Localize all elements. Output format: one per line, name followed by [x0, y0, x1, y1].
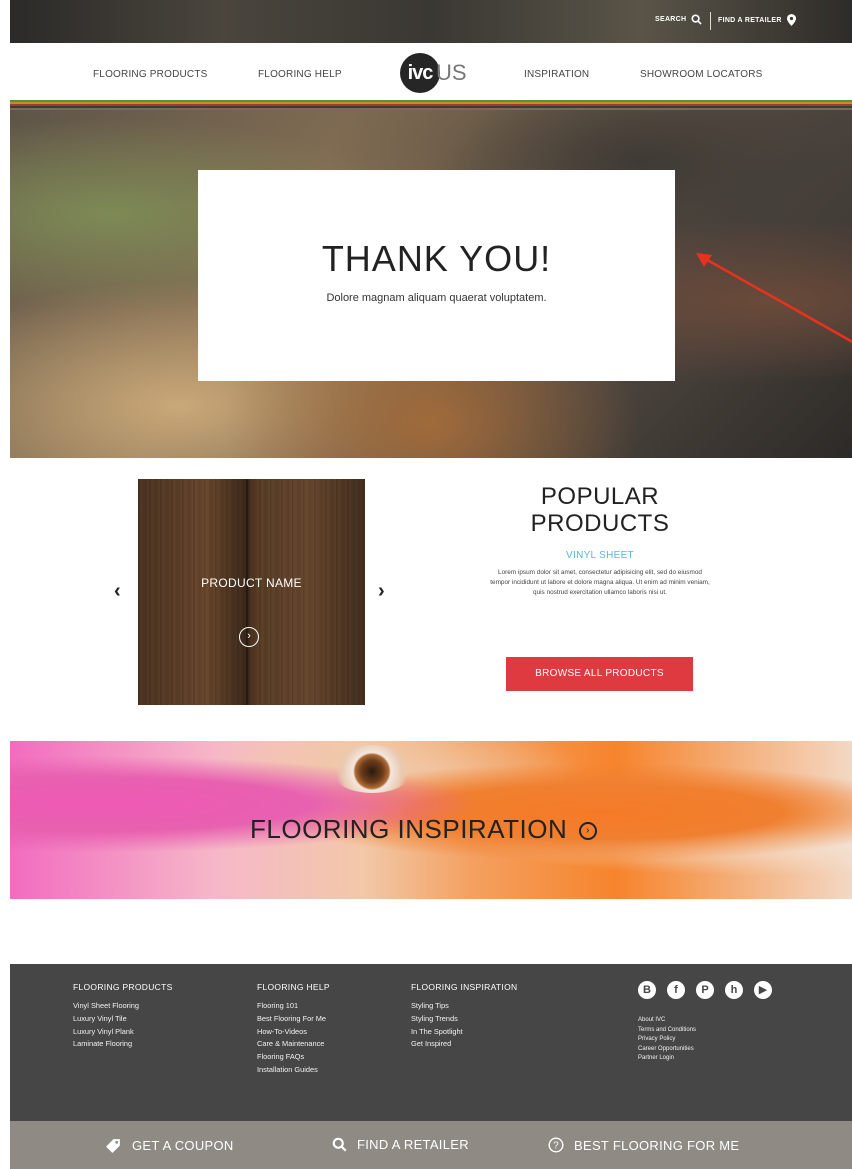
- footer-link[interactable]: Luxury Vinyl Tile: [73, 1013, 173, 1026]
- footer-link[interactable]: Vinyl Sheet Flooring: [73, 1000, 173, 1013]
- company-links: About IVC Terms and Conditions Privacy P…: [638, 1016, 696, 1064]
- thank-you-card: THANK YOU! Dolore magnam aliquam quaerat…: [198, 170, 675, 381]
- pinterest-icon[interactable]: P: [696, 981, 714, 999]
- footer-link[interactable]: Terms and Conditions: [638, 1026, 696, 1036]
- social-icons: B f P h ▶: [638, 981, 772, 999]
- nav-flooring-help[interactable]: FLOORING HELP: [258, 69, 342, 80]
- find-retailer-label: FIND A RETAILER: [718, 16, 782, 24]
- best-flooring-button[interactable]: ? BEST FLOORING FOR ME: [548, 1137, 739, 1153]
- product-description: Lorem ipsum dolor sit amet, consectetur …: [490, 569, 710, 596]
- footer-link[interactable]: About IVC: [638, 1016, 696, 1026]
- utility-bar: SEARCH FIND A RETAILER: [10, 0, 852, 43]
- flooring-inspiration-banner[interactable]: FLOORING INSPIRATION ›: [10, 741, 852, 899]
- footer-link[interactable]: Get Inspired: [411, 1038, 517, 1051]
- utility-divider: [710, 12, 711, 30]
- popular-products-section: ‹ PRODUCT NAME › › POPULAR PRODUCTS VINY…: [10, 458, 852, 741]
- footer-col-inspiration: FLOORING INSPIRATION Styling Tips Stylin…: [411, 982, 517, 1051]
- footer-link[interactable]: Best Flooring For Me: [257, 1013, 330, 1026]
- product-name: PRODUCT NAME: [201, 576, 302, 590]
- carousel-next-button[interactable]: ›: [378, 580, 385, 603]
- facebook-icon[interactable]: f: [667, 981, 685, 999]
- footer-link[interactable]: Luxury Vinyl Plank: [73, 1026, 173, 1039]
- popular-heading: POPULAR PRODUCTS: [480, 483, 720, 537]
- footer-link[interactable]: How-To-Videos: [257, 1026, 330, 1039]
- inspiration-title[interactable]: FLOORING INSPIRATION ›: [250, 814, 597, 845]
- product-category[interactable]: VINYL SHEET: [480, 550, 720, 561]
- page: SEARCH FIND A RETAILER FLOORING PRODUCTS…: [10, 0, 852, 1169]
- popular-products-info: POPULAR PRODUCTS VINYL SHEET Lorem ipsum…: [480, 483, 720, 598]
- blogger-icon[interactable]: B: [638, 981, 656, 999]
- footer-heading: FLOORING INSPIRATION: [411, 982, 518, 992]
- footer: FLOORING PRODUCTS Vinyl Sheet Flooring L…: [10, 964, 852, 1121]
- search-label: SEARCH: [655, 16, 687, 23]
- ivc-logo[interactable]: ivc US: [400, 53, 490, 93]
- location-pin-icon: [786, 14, 796, 26]
- product-image[interactable]: PRODUCT NAME ›: [138, 479, 365, 705]
- footer-link[interactable]: In The Spotlight: [411, 1026, 517, 1039]
- logo-suffix: US: [436, 60, 467, 85]
- footer-col-products: FLOORING PRODUCTS Vinyl Sheet Flooring L…: [73, 982, 173, 1051]
- hero-banner: THANK YOU! Dolore magnam aliquam quaerat…: [10, 110, 852, 458]
- search-icon: [332, 1137, 347, 1152]
- carousel-prev-button[interactable]: ‹: [114, 580, 121, 603]
- hero-title: THANK YOU!: [321, 238, 552, 279]
- footer-link[interactable]: Laminate Flooring: [73, 1038, 173, 1051]
- search-icon: [691, 14, 703, 25]
- find-retailer-bar-label: FIND A RETAILER: [357, 1137, 469, 1152]
- hero-subtitle: Dolore magnam aliquam quaerat voluptatem…: [326, 292, 547, 304]
- chevron-right-icon: ›: [247, 630, 251, 642]
- houzz-icon[interactable]: h: [725, 981, 743, 999]
- footer-col-help: FLOORING HELP Flooring 101 Best Flooring…: [257, 982, 330, 1077]
- logo-mark: ivc: [400, 53, 440, 93]
- plank-seam: [246, 479, 248, 705]
- svg-text:?: ?: [553, 1141, 559, 1152]
- footer-link[interactable]: Care & Maintenance: [257, 1038, 330, 1051]
- footer-heading: FLOORING PRODUCTS: [73, 982, 173, 992]
- popular-heading-line2: PRODUCTS: [530, 510, 670, 537]
- footer-link[interactable]: Partner Login: [638, 1054, 696, 1064]
- question-circle-icon: ?: [548, 1137, 564, 1153]
- footer-link[interactable]: Styling Trends: [411, 1013, 517, 1026]
- find-retailer-link[interactable]: FIND A RETAILER: [718, 14, 796, 26]
- footer-link[interactable]: Flooring FAQs: [257, 1051, 330, 1064]
- footer-heading: FLOORING HELP: [257, 982, 330, 992]
- browse-all-products-button[interactable]: BROWSE ALL PRODUCTS: [506, 657, 693, 691]
- main-nav: FLOORING PRODUCTS FLOORING HELP ivc US I…: [10, 43, 852, 100]
- brand-stripes: [10, 100, 852, 110]
- footer-link[interactable]: Styling Tips: [411, 1000, 517, 1013]
- footer-link[interactable]: Installation Guides: [257, 1064, 330, 1077]
- best-flooring-label: BEST FLOORING FOR ME: [574, 1137, 740, 1153]
- inspiration-title-text: FLOORING INSPIRATION: [250, 814, 568, 844]
- footer-link[interactable]: Flooring 101: [257, 1000, 330, 1013]
- get-coupon-button[interactable]: GET A COUPON: [105, 1137, 234, 1154]
- nav-showroom-locators[interactable]: SHOWROOM LOCATORS: [640, 69, 762, 80]
- footer-link[interactable]: Privacy Policy: [638, 1035, 696, 1045]
- youtube-icon[interactable]: ▶: [754, 981, 772, 999]
- find-retailer-button[interactable]: FIND A RETAILER: [332, 1137, 469, 1152]
- search-link[interactable]: SEARCH: [655, 14, 703, 25]
- tag-icon: [106, 1139, 120, 1153]
- nav-inspiration[interactable]: INSPIRATION: [524, 69, 589, 80]
- quick-links-bar: GET A COUPON FIND A RETAILER ? BEST FLOO…: [10, 1121, 852, 1169]
- chevron-right-circle-icon[interactable]: ›: [578, 822, 597, 841]
- product-go-button[interactable]: ›: [239, 627, 259, 647]
- nav-flooring-products[interactable]: FLOORING PRODUCTS: [93, 69, 208, 80]
- footer-link[interactable]: Career Opportunities: [638, 1045, 696, 1055]
- eye-photo-detail: [330, 745, 414, 793]
- popular-heading-line1: POPULAR: [540, 483, 660, 510]
- get-coupon-label: GET A COUPON: [132, 1138, 234, 1153]
